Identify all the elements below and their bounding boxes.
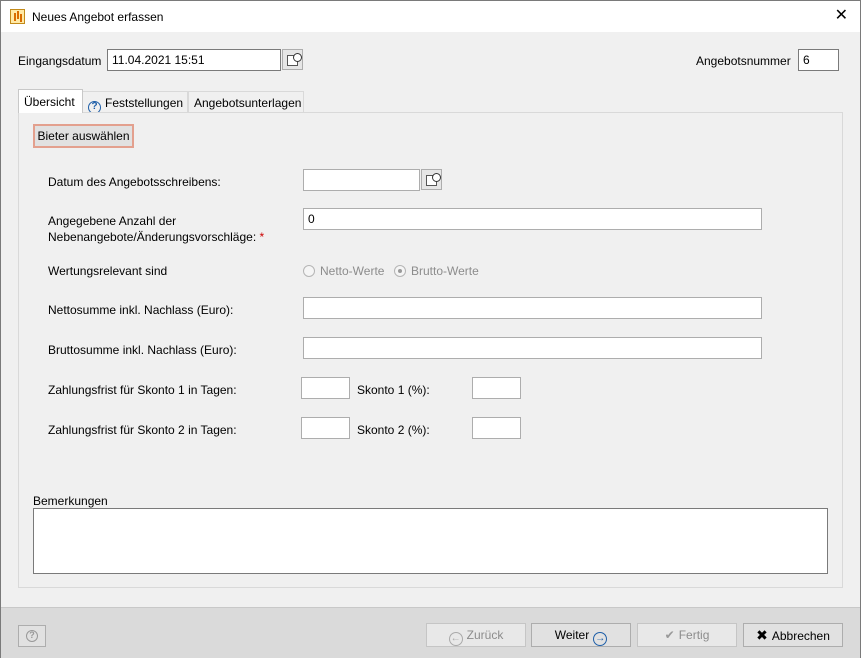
skonto2-label: Skonto 2 (%): [357,423,430,437]
datum-input[interactable] [303,169,420,191]
tab-angebotsunterlagen[interactable]: Angebotsunterlagen [188,91,304,113]
button-label: Fertig [678,628,710,642]
frist1-label: Zahlungsfrist für Skonto 1 in Tagen: [48,383,237,397]
frist1-input[interactable] [301,377,350,399]
calendar-icon[interactable] [421,169,442,190]
anzahl-label-text: Nebenangebote/Änderungsvorschläge: [48,230,257,244]
button-label: Zurück [466,628,504,642]
footer-bar: ? ← Zurück Weiter → ✔ Fertig ✖ Abbrechen [1,607,860,658]
bruttosumme-input[interactable] [303,337,762,359]
button-label: Abbrechen [771,629,830,643]
bemerkungen-label: Bemerkungen [33,494,108,508]
frist2-input[interactable] [301,417,350,439]
calendar-icon[interactable] [282,49,303,70]
netto-option-label: Netto-Werte [320,264,385,278]
netto-radio[interactable] [303,265,315,277]
tab-label: Übersicht [24,95,75,109]
window-title: Neues Angebot erfassen [32,10,164,24]
required-marker: * [259,230,265,244]
button-label: Bieter auswählen [37,129,130,143]
brutto-radio[interactable] [394,265,406,277]
fertig-button[interactable]: ✔ Fertig [637,623,737,647]
brutto-option-label: Brutto-Werte [411,264,479,278]
skonto1-label: Skonto 1 (%): [357,383,430,397]
nettosumme-input[interactable] [303,297,762,319]
anzahl-label-line2: Nebenangebote/Änderungsvorschläge: * [48,230,264,244]
help-icon: ? [26,630,38,642]
app-icon [10,9,25,24]
bemerkungen-textarea[interactable] [33,508,828,574]
weiter-button[interactable]: Weiter → [531,623,631,647]
tab-label: Feststellungen [105,96,184,110]
nettosumme-label: Nettosumme inkl. Nachlass (Euro): [48,303,234,317]
anzahl-input[interactable]: 0 [303,208,762,230]
x-icon: ✖ [756,627,768,643]
skonto2-input[interactable] [472,417,521,439]
button-label: Weiter [554,628,590,642]
tab-uebersicht[interactable]: Übersicht [18,89,83,113]
tab-feststellungen[interactable]: ? Feststellungen [82,91,188,114]
title-bar: Neues Angebot erfassen ✕ [1,1,860,32]
help-button[interactable]: ? [18,625,46,647]
zurueck-button[interactable]: ← Zurück [426,623,526,647]
dialog-window: Neues Angebot erfassen ✕ Eingangsdatum 1… [0,0,861,658]
eingangsdatum-input[interactable]: 11.04.2021 15:51 [107,49,281,71]
close-icon[interactable]: ✕ [835,6,848,26]
bruttosumme-label: Bruttosumme inkl. Nachlass (Euro): [48,343,237,357]
check-icon: ✔ [664,628,675,642]
angebotsnummer-input[interactable]: 6 [798,49,839,71]
angebotsnummer-label: Angebotsnummer [696,54,791,68]
tab-label: Angebotsunterlagen [194,96,302,110]
anzahl-label-line1: Angegebene Anzahl der [48,214,177,228]
arrow-left-icon: ← [448,632,463,646]
frist2-label: Zahlungsfrist für Skonto 2 in Tagen: [48,423,237,437]
abbrechen-button[interactable]: ✖ Abbrechen [743,623,843,647]
bieter-auswaehlen-button[interactable]: Bieter auswählen [33,124,134,148]
wertung-label: Wertungsrelevant sind [48,264,168,278]
skonto1-input[interactable] [472,377,521,399]
eingangsdatum-label: Eingangsdatum [18,54,102,68]
datum-label: Datum des Angebotsschreibens: [48,175,221,189]
arrow-right-icon: → [593,632,608,646]
